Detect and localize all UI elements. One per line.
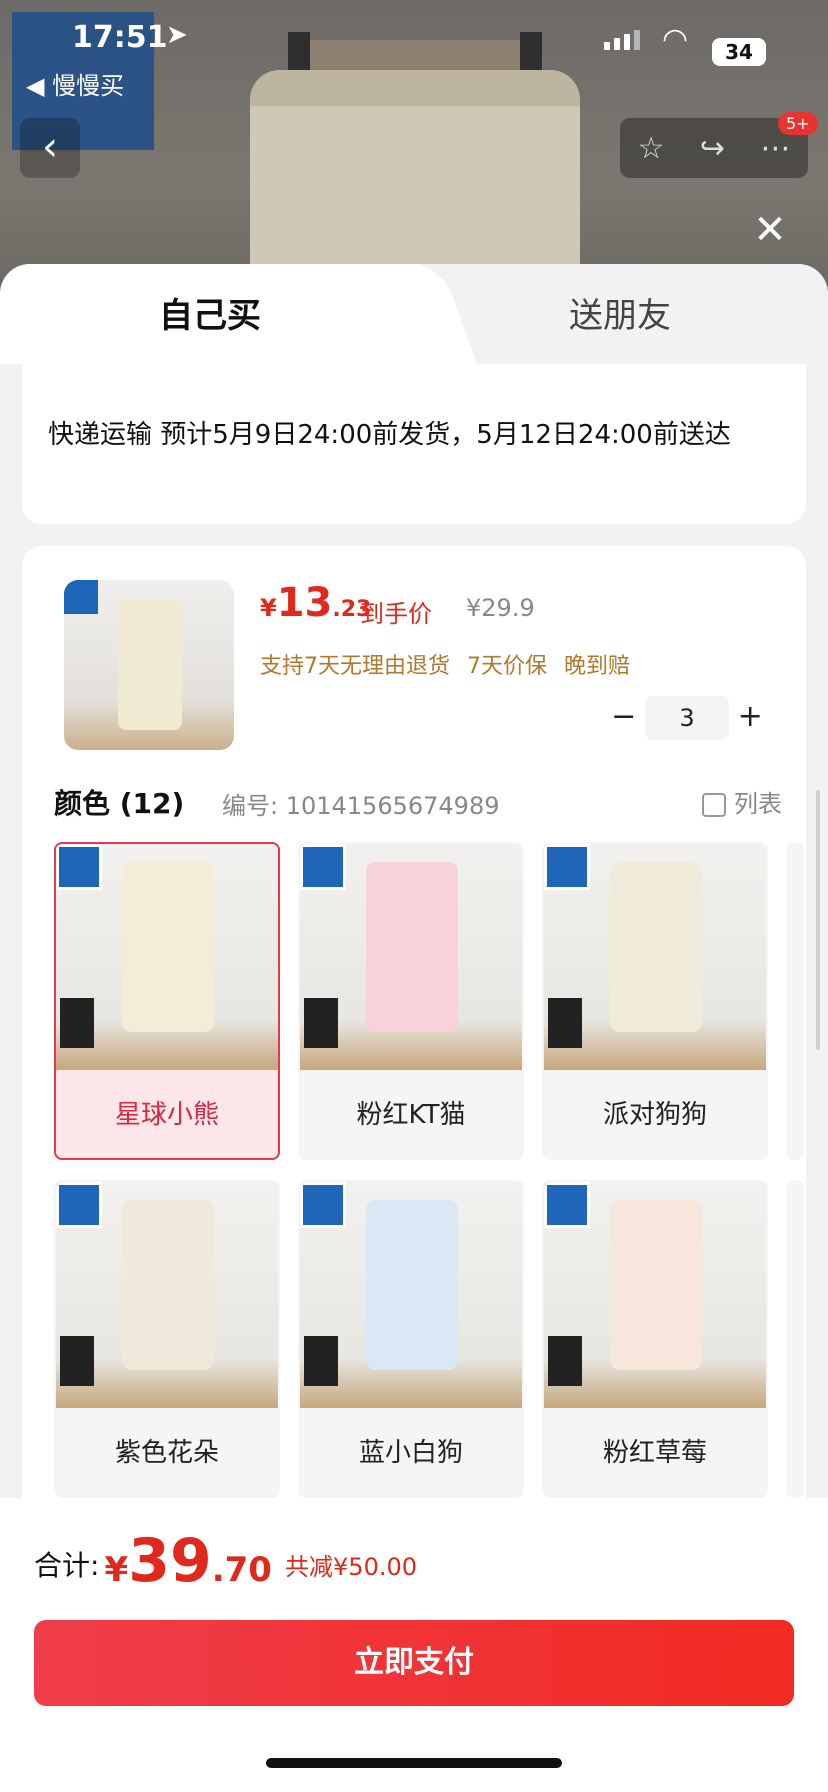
price-integer: 13 — [276, 580, 333, 626]
color-option-label: 粉红KT猫 — [356, 1100, 466, 1130]
status-bar: 17:51 ➤ ◀ 慢慢买 ◠ 34 — [0, 0, 828, 100]
tab-self-label: 自己买 — [159, 296, 261, 336]
brand-logo — [56, 1182, 102, 1228]
color-option[interactable]: 派对狗狗 — [542, 842, 768, 1160]
color-option-label: 蓝小白狗 — [358, 1438, 463, 1468]
pants-image — [122, 1200, 214, 1370]
color-variant-grid: 星球小熊 粉红KT猫 派对狗狗 紫色花朵 蓝小白狗 粉红草莓 — [54, 842, 828, 1542]
color-option[interactable]: 粉红草莓 — [542, 1180, 768, 1498]
battery-icon: 34 — [712, 38, 766, 66]
more-icon[interactable]: ⋯ — [760, 131, 790, 166]
brand-logo — [56, 844, 102, 890]
tab-gift-friend[interactable]: 送朋友 — [450, 264, 790, 370]
delivery-info: 快递运输 预计5月9日24:00前发货，5月12日24:00前送达 — [22, 364, 806, 524]
home-indicator[interactable] — [266, 1758, 562, 1768]
tab-self-buy[interactable]: 自己买 — [0, 264, 420, 370]
final-price: ¥13.23 — [260, 580, 371, 626]
color-option-label: 紫色花朵 — [114, 1438, 219, 1468]
color-option[interactable]: 蓝小白狗 — [298, 1180, 524, 1498]
variant-photo — [544, 844, 766, 1070]
pants-image — [366, 862, 458, 1032]
pants-image — [610, 862, 702, 1032]
sku-number: 编号: 10141565674989 — [222, 792, 500, 820]
cellular-signal-icon — [604, 30, 640, 50]
total-price: 合计: ¥39.70 共减¥50.00 — [34, 1526, 417, 1596]
brand-logo — [544, 844, 590, 890]
wifi-icon: ◠ — [662, 22, 689, 57]
variant-photo — [544, 1182, 766, 1408]
clapperboard-image — [304, 998, 338, 1048]
notification-badge: 5+ — [778, 112, 818, 135]
color-option[interactable]: 粉红KT猫 — [298, 842, 524, 1160]
color-option-label: 星球小熊 — [114, 1100, 219, 1130]
variant-photo — [300, 1182, 522, 1408]
color-title: 颜色 (12) — [54, 787, 185, 820]
status-time: 17:51 — [72, 20, 168, 55]
share-icon[interactable]: ↪ — [700, 131, 725, 166]
close-icon[interactable]: ✕ — [750, 210, 790, 250]
color-option-partial[interactable] — [786, 842, 804, 1160]
service-guarantees: 支持7天无理由退货 7天价保 晚到赔 — [260, 654, 630, 679]
clapperboard-image — [60, 1336, 94, 1386]
purchase-tabs: 自己买 送朋友 — [0, 264, 828, 370]
color-option[interactable]: 紫色花朵 — [54, 1180, 280, 1498]
brand-logo — [64, 580, 98, 614]
list-view-toggle[interactable]: 列表 — [702, 784, 782, 819]
location-arrow-icon: ➤ — [166, 20, 188, 50]
color-option-label: 派对狗狗 — [602, 1100, 707, 1130]
pants-image — [118, 600, 182, 730]
pants-image — [122, 862, 214, 1032]
original-price: ¥29.9 — [466, 594, 535, 622]
price-label: 到手价 — [360, 600, 432, 628]
brand-logo — [300, 844, 346, 890]
color-option-partial[interactable] — [786, 1180, 804, 1498]
discount-total: 共减¥50.00 — [285, 1553, 418, 1581]
clapperboard-image — [548, 998, 582, 1048]
pay-now-button[interactable]: 立即支付 — [34, 1620, 794, 1706]
increase-button[interactable]: + — [729, 696, 772, 740]
quantity-stepper: − 3 + — [602, 696, 772, 740]
star-icon[interactable]: ☆ — [638, 131, 665, 166]
currency-symbol: ¥ — [260, 594, 277, 622]
color-option-label: 粉红草莓 — [602, 1438, 707, 1468]
list-icon — [702, 793, 726, 817]
back-button[interactable]: ‹ — [20, 118, 80, 178]
checkout-footer: 合计: ¥39.70 共减¥50.00 立即支付 — [0, 1498, 828, 1792]
variant-photo — [300, 844, 522, 1070]
brand-logo — [544, 1182, 590, 1228]
pants-image — [610, 1200, 702, 1370]
variant-photo — [56, 844, 278, 1070]
product-thumbnail[interactable] — [64, 580, 234, 750]
pants-image — [366, 1200, 458, 1370]
decrease-button[interactable]: − — [602, 696, 645, 740]
variant-photo — [56, 1182, 278, 1408]
waistband — [250, 70, 580, 106]
brand-logo — [300, 1182, 346, 1228]
total-decimal: .70 — [211, 1550, 272, 1590]
back-to-app-link[interactable]: ◀ 慢慢买 — [26, 66, 124, 101]
list-label: 列表 — [734, 790, 782, 818]
total-integer: 39 — [128, 1526, 212, 1596]
clapperboard-image — [548, 1336, 582, 1386]
clapperboard-image — [304, 1336, 338, 1386]
total-currency-symbol: ¥ — [104, 1550, 129, 1590]
color-section-header: 颜色 (12) 编号: 10141565674989 列表 — [54, 782, 794, 822]
clapperboard-image — [60, 998, 94, 1048]
color-option[interactable]: 星球小熊 — [54, 842, 280, 1160]
scrollbar[interactable] — [816, 790, 820, 1050]
total-label: 合计: — [34, 1549, 100, 1582]
quantity-value[interactable]: 3 — [645, 696, 729, 740]
